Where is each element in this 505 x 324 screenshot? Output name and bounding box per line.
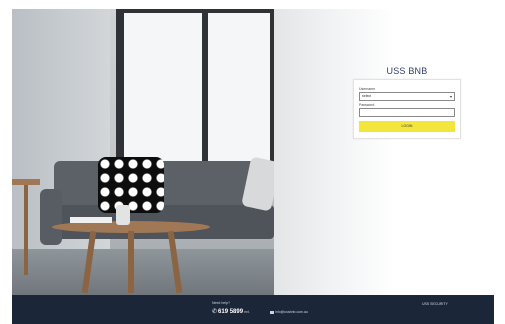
chevron-down-icon: ▾ [449, 94, 452, 99]
help-title: Need help? [212, 301, 230, 305]
phone-extension: ext. [244, 310, 250, 314]
window-pane [208, 13, 270, 161]
side-table-leg [24, 185, 28, 275]
username-select[interactable]: select ▾ [359, 92, 455, 101]
password-label: Password [359, 103, 375, 107]
book [70, 217, 112, 223]
footer: Need help? ✆ 619 5899 ext. info@ussbnb.c… [12, 295, 494, 324]
phone-icon: ✆ [212, 309, 218, 315]
vase [116, 205, 130, 225]
polka-dot-pillow [98, 157, 164, 213]
username-select-value: select [362, 94, 372, 98]
table-leg [128, 231, 134, 293]
login-button[interactable]: LOGIN [359, 121, 455, 132]
login-form: USS BNB Username select ▾ Password LOGIN [353, 66, 461, 139]
living-room-photo [12, 9, 274, 295]
email-contact[interactable]: info@ussbnb.com.au [270, 310, 308, 314]
password-field[interactable] [359, 108, 455, 117]
username-label: Username [359, 87, 376, 91]
window-pane [124, 13, 202, 161]
login-card: Username select ▾ Password LOGIN [353, 79, 461, 139]
brand-title: USS BNB [386, 66, 428, 76]
floor [12, 249, 274, 295]
email-link: info@ussbnb.com.au [275, 310, 308, 314]
login-page: USS BNB Username select ▾ Password LOGIN… [0, 0, 505, 324]
hero-section [12, 9, 494, 295]
sofa-arm [40, 189, 62, 245]
login-panel-background [274, 9, 494, 295]
mail-icon [270, 310, 274, 314]
phone-contact[interactable]: ✆ 619 5899 ext. [212, 308, 250, 315]
phone-number: 619 5899 [218, 309, 244, 315]
security-link[interactable]: USS SECURITY [422, 302, 448, 306]
